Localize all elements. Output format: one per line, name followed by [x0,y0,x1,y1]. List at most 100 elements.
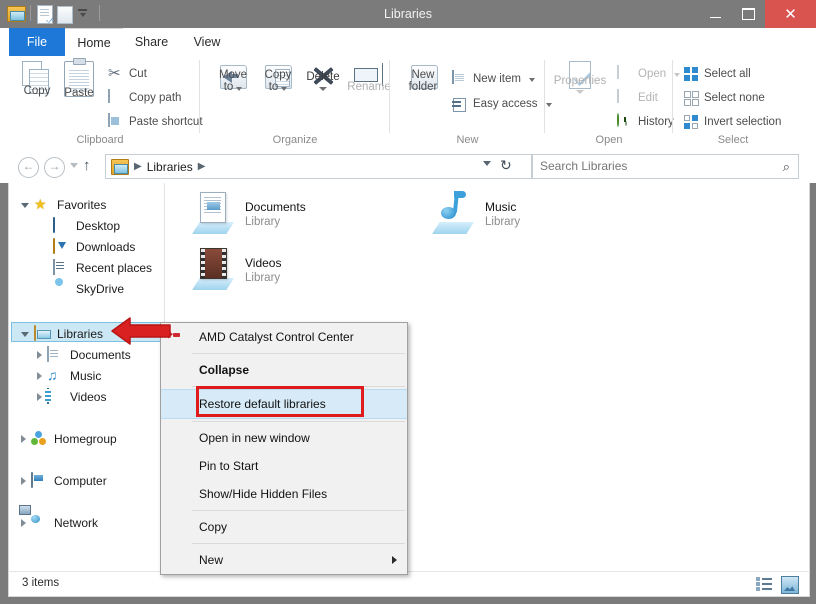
context-menu-label: Show/Hide Hidden Files [199,487,328,501]
list-item-text: Documents Library [245,190,306,230]
address-input[interactable]: ▶ Libraries ▶ [105,154,532,179]
search-icon[interactable]: ⌕ [783,159,790,175]
back-button[interactable]: ← [18,157,39,178]
scissors-icon: ✂ [108,65,121,82]
context-menu-item-collapse[interactable]: Collapse [161,356,407,384]
ribbon-tab-bar: File Home Share View EightForums.com ? [0,28,816,86]
sidebar-item-documents[interactable]: Documents [37,344,131,365]
refresh-button[interactable]: ↻ [500,158,512,172]
tab-file[interactable]: File [9,28,65,56]
chevron-right-icon[interactable] [21,476,26,485]
list-item-name: Documents [245,200,306,214]
videos-icon [47,387,64,405]
select-none-button[interactable]: Select none [683,90,765,106]
tab-home[interactable]: Home [65,28,123,57]
thumbnails-view-icon[interactable] [781,576,799,594]
new-folder-label: New folder [396,69,450,93]
properties-button[interactable]: Properties [551,61,609,97]
copy-to-line2: to [268,81,279,93]
search-input[interactable]: Search Libraries ⌕ [532,154,799,179]
paste-shortcut-label: Paste shortcut [129,116,203,128]
breadcrumb-libraries[interactable]: Libraries [147,160,193,174]
sidebar-item-music[interactable]: ♫ Music [37,365,101,386]
group-label-clipboard: Clipboard [76,134,124,146]
chevron-right-icon[interactable] [37,392,42,401]
tab-view[interactable]: View [180,28,234,56]
sidebar-item-label: Computer [54,473,107,488]
context-menu-item-show-hide-hidden-files[interactable]: Show/Hide Hidden Files [161,480,407,508]
new-item-button[interactable]: New item [452,70,535,87]
music-library-icon [431,190,477,236]
rename-button[interactable]: Rename [342,61,396,93]
chevron-right-icon[interactable] [37,350,42,359]
history-button[interactable]: History [617,113,674,130]
list-item-text: Music Library [485,190,520,230]
context-menu-item-pin-to-start[interactable]: Pin to Start [161,452,407,480]
chevron-down-icon[interactable] [21,203,29,208]
context-menu-item-open-in-new-window[interactable]: Open in new window [161,424,407,452]
sidebar-item-network[interactable]: Network [21,512,98,533]
list-item-name: Videos [245,256,282,270]
sidebar-item-libraries[interactable]: Libraries [21,323,103,344]
breadcrumb-separator[interactable]: ▶ [198,161,206,172]
status-bar: 3 items [8,571,810,597]
copy-to-button[interactable]: Copy to [255,61,301,93]
sidebar-item-recent-places[interactable]: Recent places [43,257,152,278]
chevron-down-icon[interactable] [21,332,29,337]
open-button[interactable]: Open [617,65,681,82]
sidebar-item-videos[interactable]: Videos [37,386,106,407]
select-all-button[interactable]: Select all [683,66,751,82]
chevron-right-icon[interactable] [21,434,26,443]
sidebar-item-skydrive[interactable]: SkyDrive [43,278,124,299]
window-controls: ✕ [699,0,816,28]
sidebar-item-downloads[interactable]: Downloads [43,236,135,257]
list-item[interactable]: Videos Library [191,246,281,292]
sidebar-item-label: Videos [70,389,107,404]
new-folder-button[interactable]: New folder [400,61,446,93]
details-view-icon[interactable] [756,576,772,592]
group-label-new: New [456,134,479,146]
context-menu-item-amd-catalyst-control-center[interactable]: AMD Catalyst Control Center [161,323,407,351]
properties-label: Properties [553,75,607,87]
videos-library-icon [191,246,237,292]
move-to-line1: Move [218,69,248,81]
chevron-right-icon[interactable] [21,518,26,527]
tab-share[interactable]: Share [123,28,180,56]
easy-access-button[interactable]: Easy access [452,96,552,112]
cut-button[interactable]: ✂ Cut [108,66,147,82]
context-menu-item-new[interactable]: New [161,546,407,574]
list-item[interactable]: Documents Library [191,190,306,236]
context-menu-label: Collapse [199,363,250,377]
list-item[interactable]: Music Library [431,190,520,236]
edit-icon [617,89,633,106]
sidebar-item-computer[interactable]: Computer [21,470,107,491]
edit-label: Edit [638,92,658,104]
context-menu-item-restore-default-libraries[interactable]: Restore default libraries [161,386,407,419]
sidebar-item-homegroup[interactable]: Homegroup [21,428,117,449]
paste-button[interactable]: Paste [56,58,102,99]
sidebar-item-label: Documents [70,347,131,362]
select-none-label: Select none [704,92,765,104]
chevron-down-icon[interactable] [483,161,491,166]
close-button[interactable]: ✕ [765,0,816,28]
maximize-button[interactable] [732,0,765,28]
invert-selection-button[interactable]: Invert selection [683,114,781,130]
up-button[interactable]: ↑ [83,158,91,174]
documents-library-icon [191,190,237,236]
edit-button[interactable]: Edit [617,89,658,106]
status-text: 3 items [22,577,60,589]
sidebar-item-desktop[interactable]: Desktop [43,215,120,236]
forward-button[interactable]: → [44,157,65,178]
recent-locations-icon[interactable] [70,163,78,168]
homegroup-icon [31,430,48,447]
copy-path-button[interactable]: Copy path [108,89,181,106]
paste-shortcut-button[interactable]: Paste shortcut [108,113,203,130]
context-menu-label: AMD Catalyst Control Center [199,330,354,344]
address-bar: ← → ↑ ▶ Libraries ▶ ↻ Search Libraries ⌕ [0,149,816,183]
context-menu-item-copy[interactable]: Copy [161,513,407,541]
chevron-right-icon[interactable] [37,371,42,380]
move-to-button[interactable]: Move to [210,61,256,93]
minimize-button[interactable] [699,0,732,28]
sidebar-item-favorites[interactable]: ★ Favorites [21,194,106,215]
invert-selection-label: Invert selection [704,116,782,128]
